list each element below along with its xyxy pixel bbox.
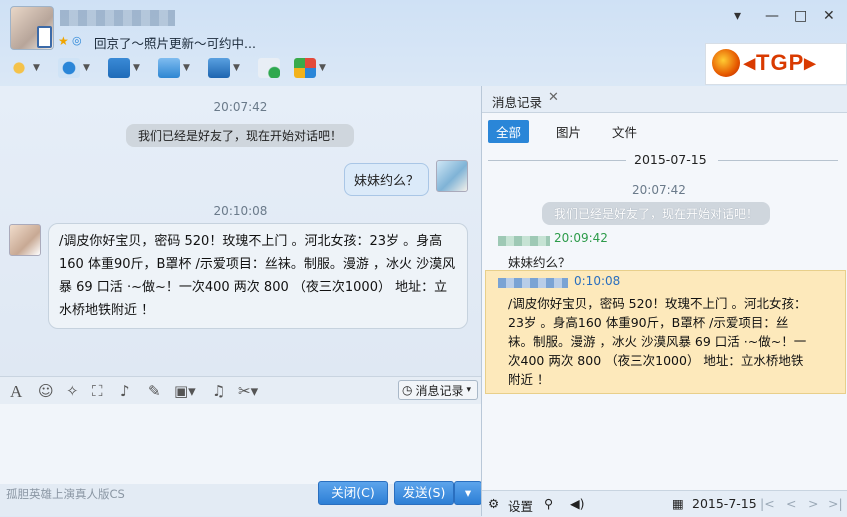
top-toolbar: ▼ ▼ ▼ ▼ ▼ ▼ — [8, 54, 344, 82]
sender-name-redacted — [498, 278, 568, 288]
history-message[interactable]: /调皮你好宝贝，密码 520！玫瑰不上门 。河北女孩：23岁 。身高160 体重… — [508, 294, 808, 389]
screen-share-button[interactable]: ▼ — [108, 54, 158, 82]
filter-all[interactable]: 全部 — [488, 120, 530, 143]
ad-link[interactable]: 孤胆英雄上演真人版CS — [6, 486, 125, 502]
tgp-logo-icon — [712, 49, 740, 77]
next-page-icon[interactable]: > — [808, 496, 818, 511]
history-msg-time: 20:09:42 — [554, 231, 608, 245]
video-call-button[interactable]: ▼ — [58, 54, 108, 82]
chevron-down-icon[interactable]: ▼ — [319, 63, 326, 73]
remote-desktop-button[interactable]: ▼ — [208, 54, 258, 82]
close-window-button[interactable]: ✕ — [823, 8, 835, 24]
divider — [488, 160, 626, 161]
image-icon[interactable]: ▣▾ — [174, 382, 196, 400]
date-separator: 2015-07-15 — [488, 152, 838, 168]
history-tab[interactable]: 消息记录 ✕ — [482, 86, 847, 113]
contact-name-redacted — [60, 10, 175, 26]
minimize-button[interactable]: — — [765, 8, 779, 24]
send-options-button[interactable]: ▾ — [454, 481, 482, 505]
message-timestamp: 20:10:08 — [213, 204, 268, 218]
tgp-ad-banner[interactable]: ◂TGP▸ — [705, 43, 847, 85]
voice-call-button[interactable]: ▼ — [8, 54, 58, 82]
history-filters: 全部 图片 文件 — [482, 112, 847, 143]
screen-share-icon — [108, 58, 130, 78]
history-system-message: 我们已经是好友了，现在开始对话吧！ — [542, 202, 771, 225]
bottom-bar: 孤胆英雄上演真人版CS 关闭(C) 发送(S) ▾ — [0, 481, 482, 516]
prev-page-icon[interactable]: < — [786, 496, 796, 511]
footer-date: 2015-7-15 — [692, 496, 757, 511]
minimize-menu-icon[interactable]: ▾ — [734, 8, 741, 24]
filter-files[interactable]: 文件 — [604, 120, 645, 143]
add-chat-button[interactable] — [258, 54, 294, 82]
star-icon: ★ — [58, 34, 69, 48]
contact-status-text: 回京了～照片更新～可约中... — [94, 36, 256, 51]
message-input[interactable] — [0, 404, 481, 484]
scissors-icon[interactable]: ✂▾ — [238, 382, 258, 400]
history-footer: ⚙ 设置 ⚲ ◀) ▦ 2015-7-15 |< < > >| — [482, 490, 847, 517]
system-message: 我们已经是好友了，现在开始对话吧！ — [126, 124, 355, 147]
close-icon[interactable]: ✕ — [548, 90, 559, 105]
input-toolbar: A ☺ ✧ ⛶ ♪ ✎ ▣▾ ♫ ✂▾ ◷ 消息记录 ▾ — [0, 376, 481, 405]
my-message-bubble[interactable]: 妹妹约么？ — [344, 163, 430, 196]
voice-icon[interactable]: ♪ — [120, 382, 130, 400]
calendar-icon[interactable]: ▦ — [672, 496, 684, 511]
my-avatar[interactable] — [436, 160, 468, 192]
gear-icon[interactable]: ⚙ — [488, 496, 499, 511]
history-panel: 消息记录 ✕ 全部 图片 文件 2015-07-15 20:07:42 我们已经… — [481, 86, 847, 517]
qq-status-icon: ◎ — [72, 34, 82, 47]
video-camera-icon — [58, 58, 80, 78]
last-page-icon[interactable]: >| — [828, 496, 843, 511]
message-history-button[interactable]: ◷ 消息记录 ▾ — [398, 380, 478, 400]
music-icon[interactable]: ♫ — [212, 382, 225, 400]
tgp-logo-text: ◂TGP▸ — [744, 50, 817, 75]
remote-desktop-icon — [208, 58, 230, 78]
add-chat-icon — [258, 58, 280, 78]
send-button[interactable]: 发送(S) — [394, 481, 454, 505]
clock-icon: ◷ — [402, 383, 413, 397]
filter-images[interactable]: 图片 — [548, 120, 589, 143]
settings-label[interactable]: 设置 — [508, 496, 533, 515]
chat-window: ★ ◎ 回京了～照片更新～可约中... ▾ — □ ✕ ◂TGP▸ ▼ ▼ ▼ … — [0, 0, 847, 517]
font-icon[interactable]: A — [10, 382, 22, 402]
search-icon[interactable]: ⚲ — [544, 496, 553, 511]
screenshot-icon[interactable]: ⛶ — [92, 382, 103, 400]
chevron-down-icon[interactable]: ▼ — [33, 63, 40, 73]
file-transfer-icon — [158, 58, 180, 78]
divider — [718, 160, 838, 161]
edit-icon[interactable]: ✎ — [148, 382, 161, 400]
apps-grid-icon — [294, 58, 316, 78]
message-area[interactable]: 20:07:42 我们已经是好友了，现在开始对话吧！ 妹妹约么？ 20:10:0… — [0, 86, 481, 376]
history-message[interactable]: 妹妹约么？ — [508, 252, 571, 271]
phone-online-icon — [37, 26, 52, 48]
message-timestamp: 20:07:42 — [213, 100, 268, 114]
chevron-down-icon[interactable]: ▼ — [83, 63, 90, 73]
message-history-label: 消息记录 — [415, 383, 464, 398]
emoji-icon[interactable]: ☺ — [38, 382, 54, 400]
first-page-icon[interactable]: |< — [760, 496, 775, 511]
history-timestamp: 20:07:42 — [632, 183, 686, 197]
speaker-icon[interactable]: ◀) — [570, 496, 585, 511]
chevron-down-icon: ▾ — [466, 385, 472, 395]
file-transfer-button[interactable]: ▼ — [158, 54, 208, 82]
sender-name-redacted — [498, 236, 550, 246]
chat-panel: 20:07:42 我们已经是好友了，现在开始对话吧！ 妹妹约么？ 20:10:0… — [0, 86, 482, 516]
microphone-icon — [8, 58, 30, 78]
contact-message-bubble[interactable]: /调皮你好宝贝，密码 520！玫瑰不上门 。河北女孩：23岁 。身高160 体重… — [48, 223, 468, 329]
close-button[interactable]: 关闭(C) — [318, 481, 388, 505]
apps-button[interactable]: ▼ — [294, 54, 344, 82]
chevron-down-icon[interactable]: ▼ — [233, 63, 240, 73]
chevron-down-icon[interactable]: ▼ — [183, 63, 190, 73]
history-msg-time: 0:10:08 — [574, 274, 621, 288]
history-date: 2015-07-15 — [634, 152, 707, 167]
contact-avatar-small[interactable] — [9, 224, 41, 256]
maximize-button[interactable]: □ — [794, 8, 807, 24]
history-tab-title: 消息记录 — [492, 95, 543, 110]
poke-icon[interactable]: ✧ — [66, 382, 79, 400]
chevron-down-icon[interactable]: ▼ — [133, 63, 140, 73]
